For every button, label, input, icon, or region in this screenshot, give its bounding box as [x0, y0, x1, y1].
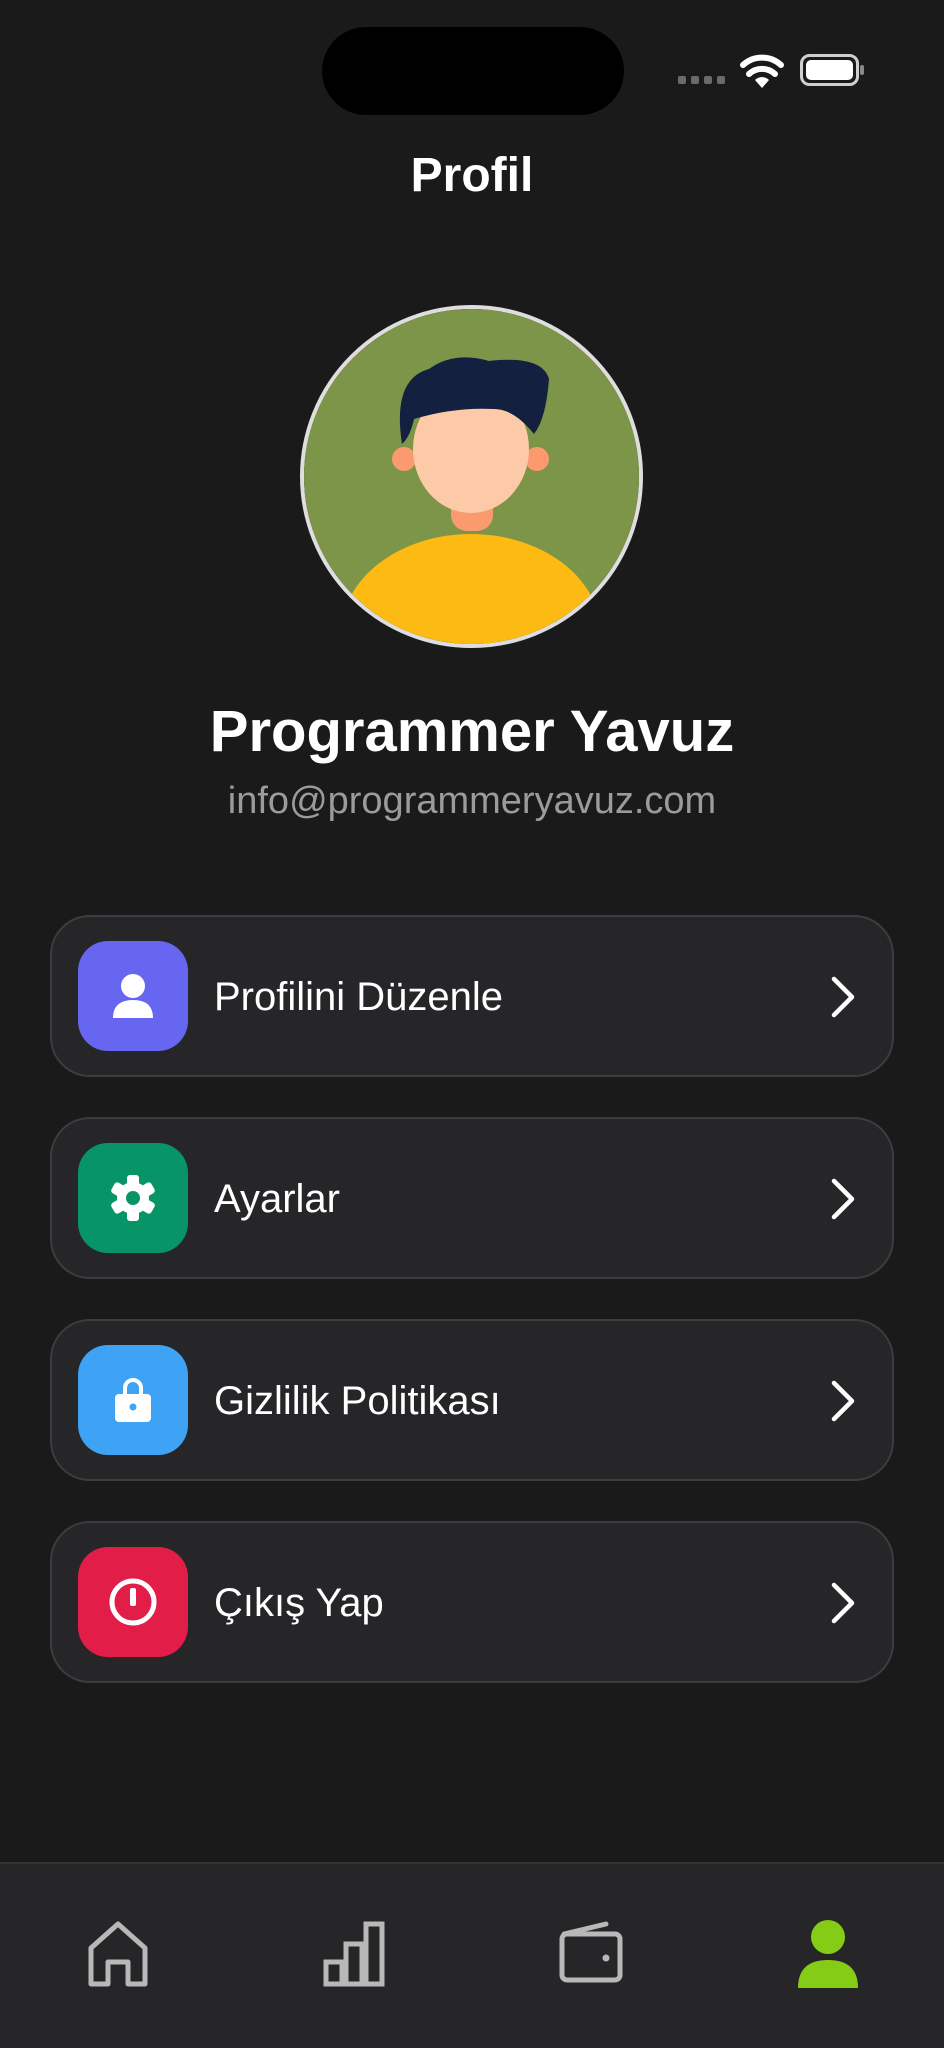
person-icon: [798, 1920, 858, 1988]
menu-item-label: Ayarlar: [214, 1177, 340, 1221]
tab-wallet[interactable]: [550, 1912, 630, 1992]
menu-item-privacy-policy[interactable]: Gizlilik Politikası: [50, 1319, 894, 1481]
chevron-right-icon: [831, 1178, 855, 1220]
wallet-icon: [559, 1921, 623, 1983]
menu-item-edit-profile[interactable]: Profilini Düzenle: [50, 915, 894, 1077]
user-email: info@programmeryavuz.com: [227, 780, 717, 822]
home-icon: [88, 1921, 148, 1987]
chevron-right-icon: [831, 1582, 855, 1624]
power-icon: [78, 1547, 188, 1657]
lock-icon: [78, 1345, 188, 1455]
battery-icon: [800, 54, 864, 86]
gear-icon: [78, 1143, 188, 1253]
chevron-right-icon: [831, 1380, 855, 1422]
menu-item-settings[interactable]: Ayarlar: [50, 1117, 894, 1279]
wifi-icon: [740, 54, 784, 88]
menu-item-label: Gizlilik Politikası: [214, 1379, 501, 1423]
bar-chart-icon: [323, 1921, 385, 1987]
tab-bar: [0, 1862, 944, 2048]
person-icon: [78, 941, 188, 1051]
avatar-illustration: [304, 309, 639, 644]
user-name: Programmer Yavuz: [209, 699, 735, 764]
page-title: Profil: [410, 149, 534, 202]
dynamic-island: [322, 27, 624, 115]
chevron-right-icon: [831, 976, 855, 1018]
tab-home[interactable]: [78, 1912, 158, 1992]
tab-stats[interactable]: [314, 1912, 394, 1992]
cellular-signal-icon: [678, 76, 726, 88]
status-bar: [0, 0, 944, 120]
tab-profile[interactable]: [788, 1912, 868, 1992]
menu-item-label: Profilini Düzenle: [214, 975, 504, 1019]
menu-item-label: Çıkış Yap: [214, 1581, 384, 1625]
menu-item-logout[interactable]: Çıkış Yap: [50, 1521, 894, 1683]
avatar[interactable]: [300, 305, 643, 648]
